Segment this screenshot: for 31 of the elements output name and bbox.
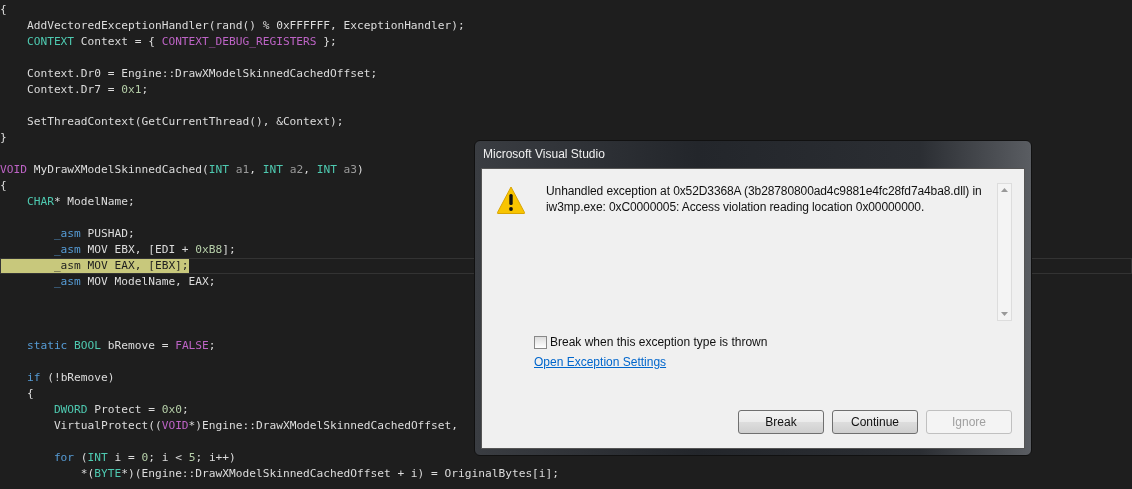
code-line: VOID MyDrawXModelSkinnedCached(INT a1, INT a2, INT a3) <box>0 162 364 178</box>
code-line: *(BYTE*)(Engine::DrawXModelSkinnedCachedOffset + i) = OriginalBytes[i]; <box>79 466 560 482</box>
scroll-down-icon[interactable] <box>1001 312 1008 316</box>
code-line: static BOOL bRemove = FALSE; <box>25 338 216 354</box>
code-line: _asm PUSHAD; <box>52 226 135 242</box>
dialog-button[interactable]: Continue <box>832 410 918 434</box>
code-line: { <box>0 2 7 18</box>
code-line: SetThreadContext(GetCurrentThread(), &Context); <box>25 114 344 130</box>
code-line: DWORD Protect = 0x0; <box>52 402 189 418</box>
warning-icon <box>496 185 526 215</box>
checkbox-label: Break when this exception type is thrown <box>550 335 768 349</box>
code-line: Context.Dr0 = Engine::DrawXModelSkinnedCachedOffset; <box>25 66 378 82</box>
code-line: if (!bRemove) <box>25 370 115 386</box>
code-line: Context.Dr7 = 0x1; <box>25 82 149 98</box>
code-line: } <box>0 130 7 146</box>
settings-link[interactable]: Open Exception Settings <box>534 355 667 369</box>
scroll-up-icon[interactable] <box>1001 188 1008 192</box>
code-line: { <box>25 386 34 402</box>
code-line: for (INT i = 0; i < 5; i++) <box>52 450 236 466</box>
error-message: Unhandled exception at 0x52D3368A (3b28780800ad4c9881e4fc28fd7a4ba8.dll) in iw3mp.exe: 0xC0000005: Access violation reading location 0x00000000. <box>545 183 983 216</box>
scrollbar[interactable] <box>997 183 1012 321</box>
code-line: CONTEXT Context = { CONTEXT_DEBUG_REGISTERS }; <box>25 34 337 50</box>
dialog-button[interactable]: Break <box>738 410 824 434</box>
code-line: _asm MOV EBX, [EDI + 0xB8]; <box>52 242 236 258</box>
code-line: { <box>0 178 7 194</box>
code-line: AddVectoredExceptionHandler(rand() % 0xFFFFFF, ExceptionHandler); <box>25 18 465 34</box>
code-line: CHAR* ModelName; <box>25 194 135 210</box>
code-line: _asm MOV ModelName, EAX; <box>52 274 216 290</box>
code-line: VirtualProtect((VOID*)Engine::DrawXModelSkinnedCachedOffset, <box>52 418 459 434</box>
checkbox[interactable] <box>534 335 547 349</box>
window-title: Microsoft Visual Studio <box>483 147 605 161</box>
